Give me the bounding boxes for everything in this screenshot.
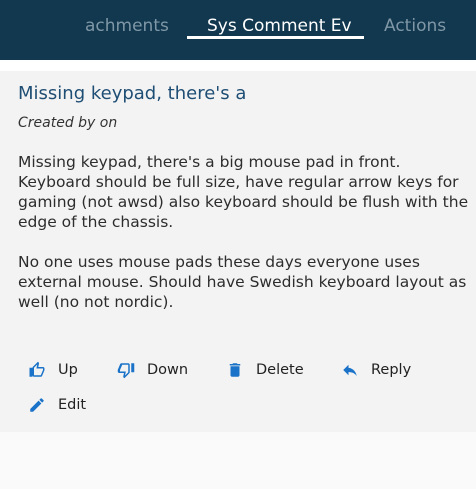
comment-paragraph: No one uses mouse pads these days everyo… (18, 253, 467, 311)
comment-paragraph: Missing keypad, there's a big mouse pad … (18, 153, 469, 231)
tab-actions[interactable]: Actions (384, 15, 446, 39)
comment-meta: Created by on (18, 115, 118, 131)
comment-title: Missing keypad, there's a (18, 83, 247, 104)
trash-icon (229, 363, 241, 377)
comment-body: Missing keypad, there's a big mouse pad … (18, 152, 470, 332)
divider (0, 60, 476, 71)
downvote-button[interactable]: Down (117, 359, 188, 381)
pencil-icon (30, 398, 44, 412)
active-tab-indicator (187, 36, 364, 39)
thumbs-up-icon (29, 361, 45, 377)
downvote-label: Down (147, 362, 189, 378)
comment-card: Missing keypad, there's a Created by on … (0, 71, 476, 432)
reply-button[interactable]: Reply (341, 359, 411, 381)
empty-area (0, 432, 476, 489)
edit-label: Edit (58, 397, 87, 413)
thumbs-down-icon (117, 363, 135, 379)
reply-label: Reply (371, 362, 412, 378)
tab-bar: achments Sys Comment Ev Actions (0, 0, 476, 60)
upvote-button[interactable]: Up (28, 359, 78, 381)
upvote-label: Up (58, 362, 78, 378)
delete-button[interactable]: Delete (226, 359, 304, 381)
edit-button[interactable]: Edit (28, 394, 86, 416)
tab-attachments[interactable]: achments (85, 15, 169, 39)
delete-label: Delete (256, 362, 304, 378)
reply-icon (343, 364, 357, 376)
